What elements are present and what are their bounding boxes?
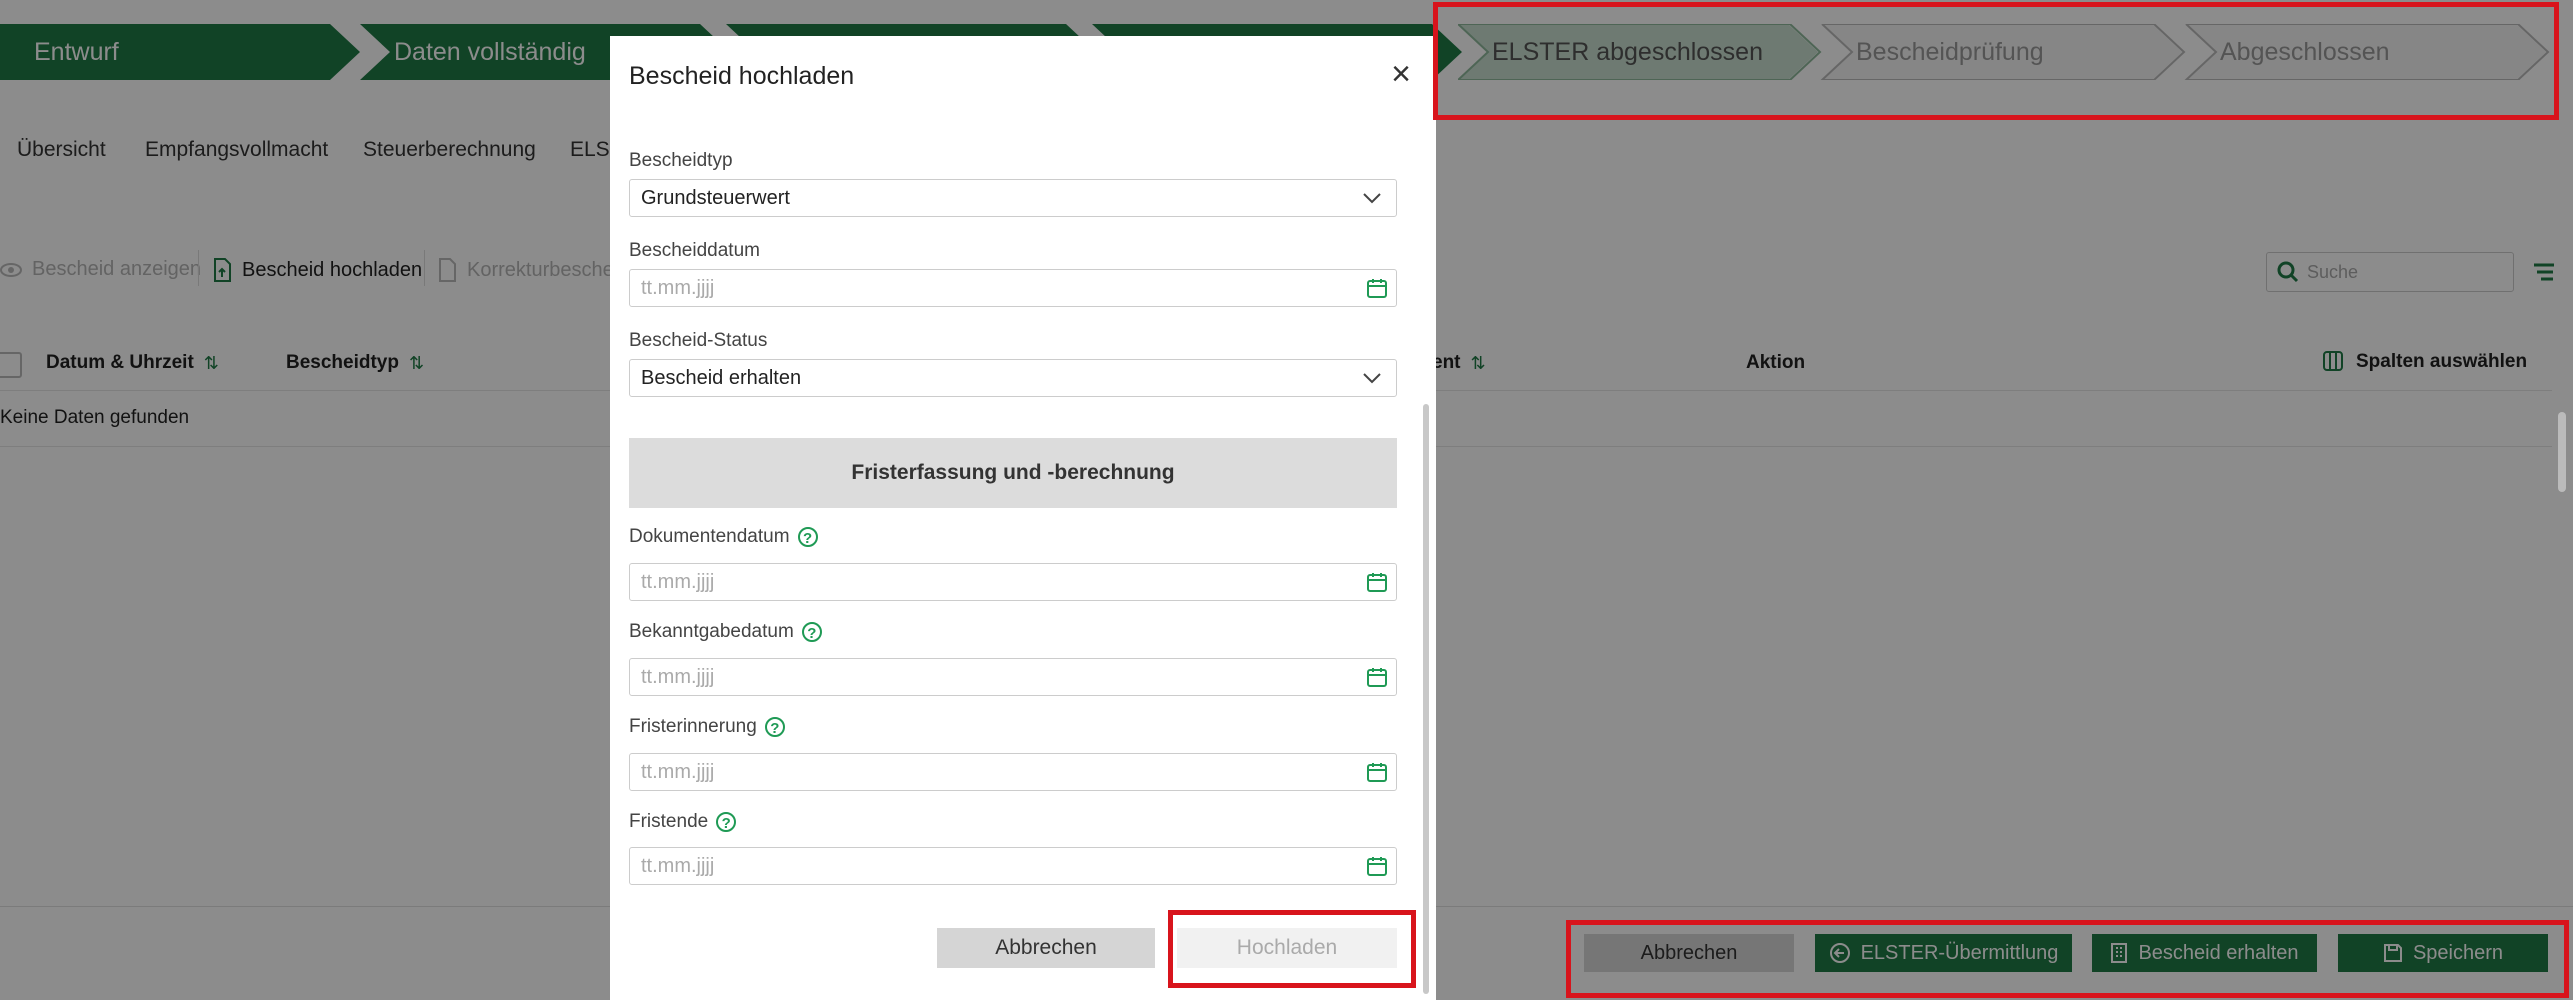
- chevron-down-icon: [1363, 373, 1381, 384]
- section-title: Fristerfassung und -berechnung: [851, 461, 1175, 484]
- status-label: Bescheid-Status: [629, 330, 767, 352]
- dokumentendatum-label: Dokumentendatum?: [629, 526, 818, 548]
- highlight-box-steps: [1433, 2, 2559, 120]
- dokumentendatum-field[interactable]: tt.mm.jjjj: [629, 563, 1397, 601]
- dialog-scrollbar[interactable]: [1423, 404, 1429, 994]
- bescheidtyp-select[interactable]: Grundsteuerwert: [629, 179, 1397, 217]
- help-icon[interactable]: ?: [764, 717, 785, 737]
- label-text: Fristerinnerung: [629, 716, 757, 737]
- label-text: Bekanntgabedatum: [629, 621, 794, 642]
- cancel-label: Abbrechen: [995, 936, 1097, 959]
- fristerinnerung-field[interactable]: tt.mm.jjjj: [629, 753, 1397, 791]
- bekanntgabedatum-label: Bekanntgabedatum?: [629, 621, 822, 643]
- help-icon[interactable]: ?: [801, 622, 822, 642]
- calendar-icon[interactable]: [1366, 277, 1388, 299]
- chevron-down-icon: [1363, 193, 1381, 204]
- bescheiddatum-field[interactable]: tt.mm.jjjj: [629, 269, 1397, 307]
- label-text: Fristende: [629, 811, 709, 832]
- fristende-field[interactable]: tt.mm.jjjj: [629, 847, 1397, 885]
- calendar-icon[interactable]: [1366, 666, 1388, 688]
- calendar-icon[interactable]: [1366, 855, 1388, 877]
- highlight-box-footer: [1566, 920, 2569, 998]
- date-placeholder: tt.mm.jjjj: [641, 276, 715, 299]
- label-text: Bescheiddatum: [629, 240, 760, 261]
- date-placeholder: tt.mm.jjjj: [641, 760, 715, 783]
- close-icon[interactable]: ×: [1386, 57, 1416, 91]
- app-page: Entwurf Daten vollständig ELSTER abgesch…: [0, 0, 2573, 1000]
- date-placeholder: tt.mm.jjjj: [641, 665, 715, 688]
- highlight-box-upload: [1168, 910, 1416, 988]
- bescheidtyp-label: Bescheidtyp: [629, 150, 733, 172]
- calendar-icon[interactable]: [1366, 571, 1388, 593]
- date-placeholder: tt.mm.jjjj: [641, 570, 715, 593]
- page-scrollbar[interactable]: [2558, 412, 2566, 492]
- dialog-cancel-button[interactable]: Abbrechen: [937, 928, 1155, 968]
- label-text: Dokumentendatum: [629, 526, 790, 547]
- calendar-icon[interactable]: [1366, 761, 1388, 783]
- status-select[interactable]: Bescheid erhalten: [629, 359, 1397, 397]
- help-icon[interactable]: ?: [797, 527, 818, 547]
- dialog-title: Bescheid hochladen: [629, 62, 855, 90]
- bescheiddatum-label: Bescheiddatum: [629, 240, 760, 262]
- upload-bescheid-dialog: Bescheid hochladen × Bescheidtyp Grundst…: [610, 36, 1436, 1000]
- fristende-label: Fristende?: [629, 811, 737, 833]
- status-value: Bescheid erhalten: [641, 366, 802, 389]
- date-placeholder: tt.mm.jjjj: [641, 854, 715, 877]
- bekanntgabedatum-field[interactable]: tt.mm.jjjj: [629, 658, 1397, 696]
- fristerfassung-section-header: Fristerfassung und -berechnung: [629, 438, 1397, 508]
- label-text: Bescheidtyp: [629, 150, 733, 171]
- fristerinnerung-label: Fristerinnerung?: [629, 716, 785, 738]
- bescheidtyp-value: Grundsteuerwert: [641, 186, 790, 209]
- label-text: Bescheid-Status: [629, 330, 768, 351]
- help-icon[interactable]: ?: [716, 812, 737, 832]
